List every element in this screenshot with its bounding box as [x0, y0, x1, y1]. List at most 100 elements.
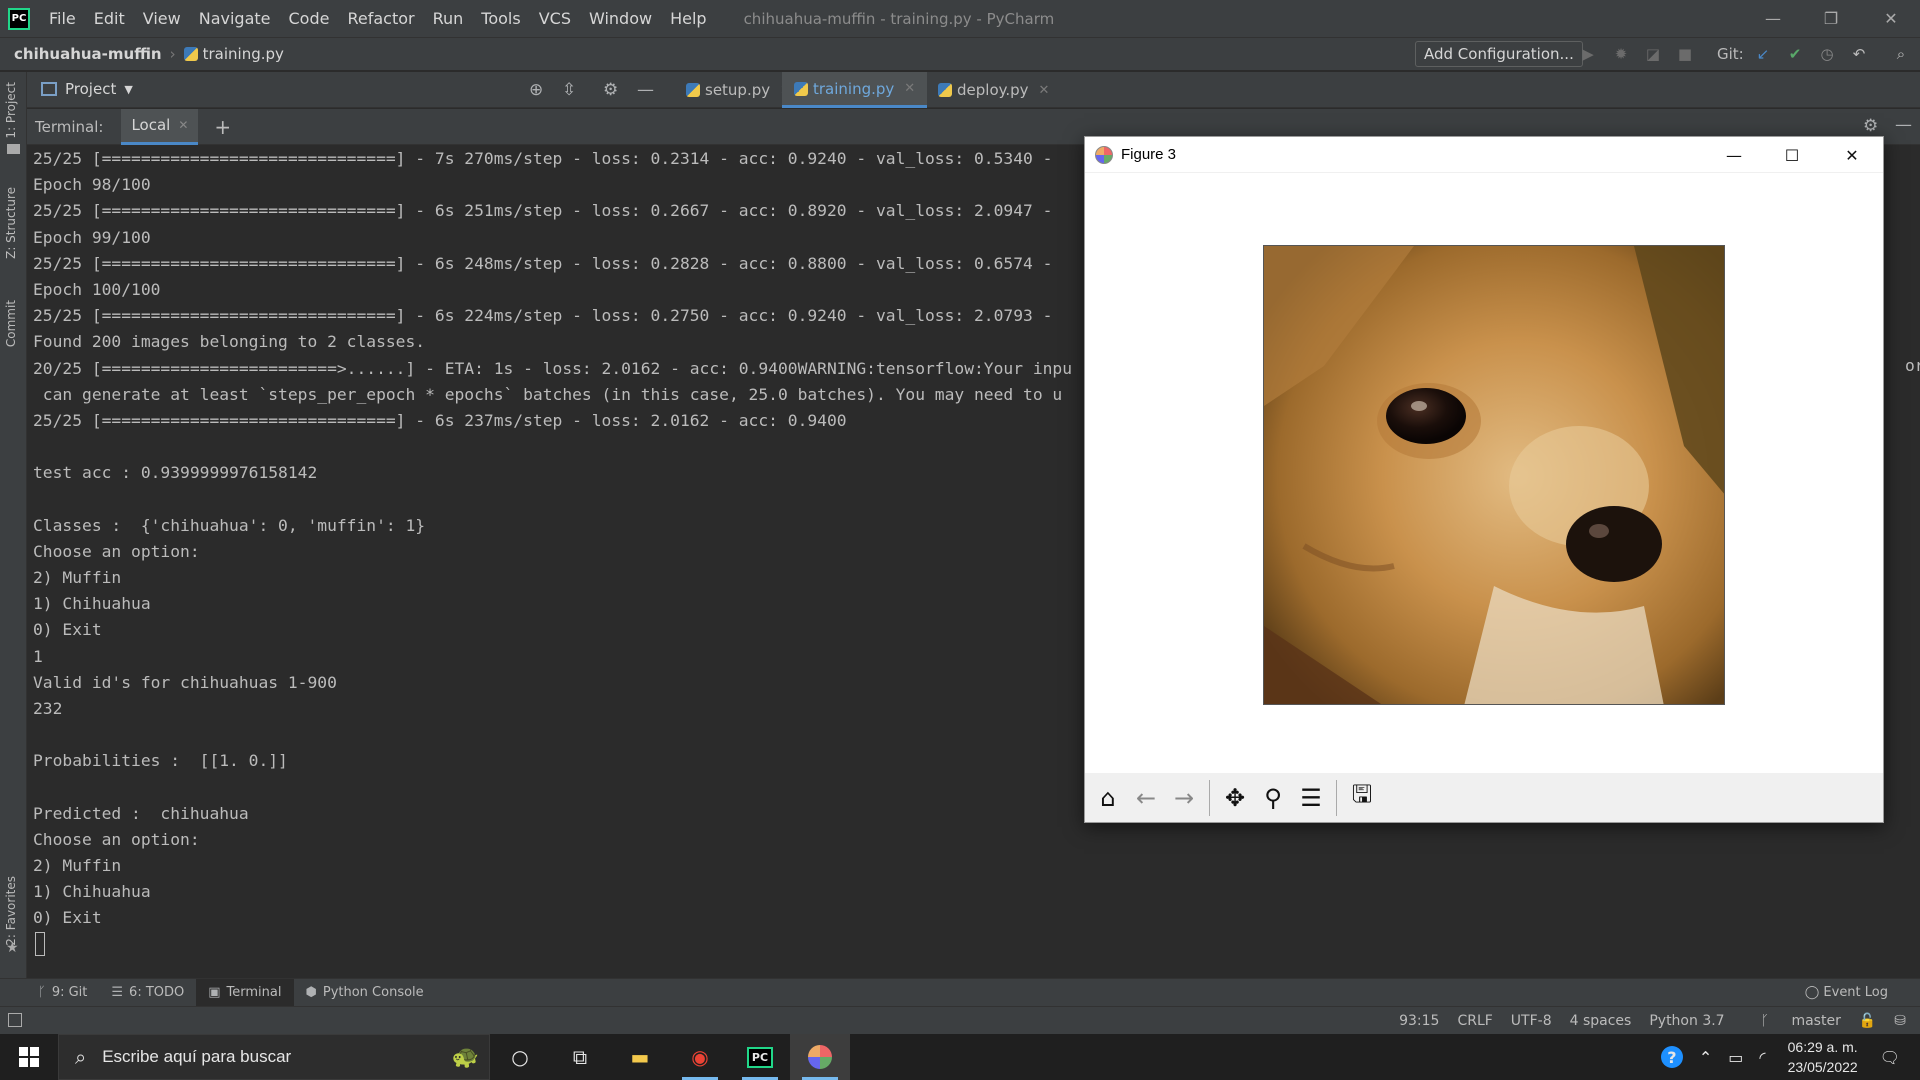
matplotlib-taskbar-button[interactable] — [790, 1034, 850, 1080]
terminal-line: 25/25 [==============================] -… — [33, 253, 1053, 273]
settings-gear-icon[interactable]: ⚙ — [603, 80, 618, 100]
back-arrow-icon[interactable]: ← — [1127, 779, 1165, 817]
matplotlib-figure-window[interactable]: Figure 3 — ☐ ✕ ⌂ ← → ✥ ⚲ ☰ 🖫 — [1084, 136, 1884, 823]
restore-button[interactable]: ❐ — [1802, 0, 1860, 37]
add-configuration-button[interactable]: Add Configuration... — [1415, 41, 1583, 67]
python-file-icon — [183, 47, 198, 61]
task-view-button[interactable]: ⧉ — [550, 1034, 610, 1080]
lock-icon[interactable]: 🔓 — [1859, 1013, 1876, 1029]
new-terminal-plus-icon[interactable]: + — [214, 115, 231, 139]
file-encoding[interactable]: UTF-8 — [1511, 1013, 1552, 1029]
menu-navigate[interactable]: Navigate — [190, 9, 280, 28]
chrome-button[interactable]: ◉ — [670, 1034, 730, 1080]
help-icon[interactable]: ? — [1660, 1046, 1683, 1068]
tab-todo[interactable]: ☰ 6: TODO — [99, 979, 196, 1007]
event-log-button[interactable]: ◯ Event Log — [1805, 985, 1888, 1000]
notifications-icon[interactable]: 🗨 — [1880, 1048, 1900, 1067]
zoom-icon[interactable]: ⚲ — [1254, 779, 1292, 817]
chevron-down-icon: ▼ — [124, 82, 133, 96]
toggle-tool-windows-icon[interactable] — [8, 1013, 22, 1027]
menu-edit[interactable]: Edit — [85, 9, 134, 28]
start-button[interactable] — [0, 1034, 58, 1080]
menu-view[interactable]: View — [134, 9, 190, 28]
breadcrumb-file-label: training.py — [202, 45, 284, 63]
taskbar-search-box[interactable]: ⌕ Escribe aquí para buscar 🐢 — [58, 1034, 490, 1080]
git-history-icon[interactable]: ◷ — [1816, 43, 1838, 65]
menu-code[interactable]: Code — [280, 9, 339, 28]
figure-title-bar[interactable]: Figure 3 — ☐ ✕ — [1085, 137, 1883, 173]
project-tool-tab[interactable]: 1: Project — [4, 82, 18, 139]
python-file-icon — [938, 83, 952, 97]
hide-terminal-icon[interactable]: — — [1895, 115, 1912, 135]
terminal-line: 0) Exit — [33, 620, 102, 640]
cortana-button[interactable]: ○ — [490, 1034, 550, 1080]
file-explorer-button[interactable]: ▬ — [610, 1034, 670, 1080]
menu-vcs[interactable]: VCS — [530, 9, 580, 28]
breadcrumb-project[interactable]: chihuahua-muffin — [14, 45, 162, 63]
commit-tool-tab[interactable]: Commit — [4, 300, 18, 347]
tab-label: 6: TODO — [129, 985, 185, 1000]
terminal-line: Epoch 99/100 — [33, 227, 151, 247]
save-icon[interactable]: 🖫 — [1343, 779, 1381, 817]
pycharm-app-icon[interactable]: PC — [8, 7, 30, 30]
taskbar-clock[interactable]: 06:29 a. m. 23/05/2022 — [1788, 1037, 1858, 1077]
terminal-tab-local[interactable]: Local ✕ — [121, 108, 199, 145]
figure-minimize-button[interactable]: — — [1705, 137, 1763, 173]
menu-run[interactable]: Run — [424, 9, 473, 28]
stop-icon[interactable]: ■ — [1674, 43, 1696, 65]
close-button[interactable]: ✕ — [1862, 0, 1920, 37]
close-tab-icon[interactable]: ✕ — [178, 118, 188, 132]
search-everywhere-icon[interactable]: ⌕ — [1890, 43, 1912, 65]
git-update-icon[interactable]: ↙ — [1752, 43, 1774, 65]
pan-icon[interactable]: ✥ — [1216, 779, 1254, 817]
favorites-tool-tab[interactable]: 2: Favorites — [4, 876, 18, 946]
minimize-button[interactable]: — — [1744, 0, 1802, 37]
battery-icon[interactable]: ▭ — [1728, 1048, 1743, 1067]
menu-window[interactable]: Window — [580, 9, 661, 28]
git-rollback-icon[interactable]: ↶ — [1848, 43, 1870, 65]
close-tab-icon[interactable]: ✕ — [1039, 83, 1050, 98]
home-icon[interactable]: ⌂ — [1089, 779, 1127, 817]
debug-icon[interactable]: ✹ — [1610, 43, 1632, 65]
menu-tools[interactable]: Tools — [472, 9, 529, 28]
menu-help[interactable]: Help — [661, 9, 715, 28]
git-commit-check-icon[interactable]: ✔ — [1784, 43, 1806, 65]
tab-label: 9: Git — [51, 985, 88, 1000]
wifi-icon[interactable]: ◜ — [1759, 1048, 1765, 1067]
tab-deploy-py[interactable]: deploy.py ✕ — [926, 72, 1061, 108]
line-separator[interactable]: CRLF — [1457, 1013, 1492, 1029]
breadcrumb-file[interactable]: training.py — [183, 45, 284, 63]
configure-subplots-icon[interactable]: ☰ — [1292, 779, 1330, 817]
chevron-up-icon[interactable]: ⌃ — [1699, 1048, 1712, 1067]
figure-close-button[interactable]: ✕ — [1823, 137, 1881, 173]
menu-file[interactable]: File — [40, 9, 85, 28]
caret-position[interactable]: 93:15 — [1399, 1013, 1439, 1029]
git-label: Git: — [1717, 45, 1744, 63]
collapse-all-icon[interactable]: ⇳ — [562, 80, 576, 100]
tab-label: Terminal — [226, 985, 282, 1000]
coverage-icon[interactable]: ◪ — [1642, 43, 1664, 65]
search-highlight-turtle-icon: 🐢 — [451, 1044, 479, 1070]
tab-python-console[interactable]: ⬢ Python Console — [294, 979, 436, 1007]
tab-terminal[interactable]: ▣ Terminal — [196, 978, 294, 1007]
figure-maximize-button[interactable]: ☐ — [1763, 137, 1821, 173]
structure-tool-tab[interactable]: Z: Structure — [4, 187, 18, 259]
forward-arrow-icon[interactable]: → — [1165, 779, 1203, 817]
star-icon: ★ — [6, 940, 19, 956]
tab-training-py[interactable]: training.py ✕ — [782, 72, 928, 108]
run-icon[interactable]: ▶ — [1577, 43, 1599, 65]
project-view-selector[interactable]: Project ▼ — [41, 80, 133, 98]
memory-indicator-icon[interactable]: ⛁ — [1894, 1013, 1906, 1029]
close-tab-icon[interactable]: ✕ — [904, 81, 915, 96]
locate-icon[interactable]: ⊕ — [529, 80, 543, 100]
tab-git[interactable]: ᚴ 9: Git — [26, 979, 99, 1007]
indentation[interactable]: 4 spaces — [1570, 1013, 1632, 1029]
hide-panel-icon[interactable]: — — [637, 80, 654, 100]
terminal-tab-label: Local — [131, 116, 171, 134]
windows-logo-icon — [19, 1047, 39, 1067]
menu-refactor[interactable]: Refactor — [338, 9, 423, 28]
terminal-settings-gear-icon[interactable]: ⚙ — [1863, 116, 1878, 136]
python-interpreter[interactable]: Python 3.7 — [1649, 1013, 1724, 1029]
pycharm-taskbar-button[interactable]: PC — [730, 1034, 790, 1080]
git-branch[interactable]: ᚴ master — [1743, 1013, 1841, 1029]
